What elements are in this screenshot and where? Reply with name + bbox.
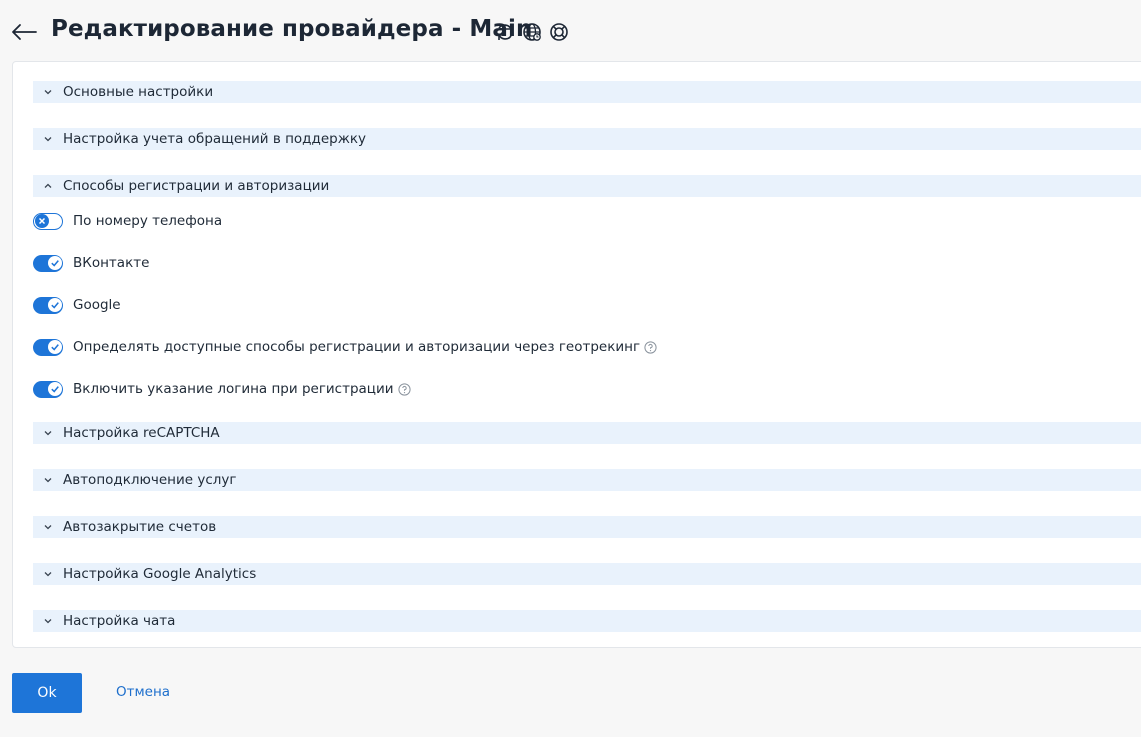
title-actions <box>494 21 570 43</box>
section-recaptcha[interactable]: Настройка reCAPTCHA <box>33 422 1141 444</box>
toggle-row-login: Включить указание логина при регистрации <box>33 379 411 399</box>
chevron-down-icon <box>44 431 52 436</box>
toggle-row-vk: ВКонтакте <box>33 253 149 273</box>
login-toggle[interactable] <box>33 380 63 398</box>
section-auth-methods[interactable]: Способы регистрации и авторизации <box>33 175 1141 197</box>
settings-card: Основные настройки Настройка учета обращ… <box>12 61 1141 648</box>
support-icon[interactable] <box>548 21 570 43</box>
page-title: Редактирование провайдера - Main <box>51 16 533 42</box>
cross-icon <box>38 217 45 224</box>
section-label: Автозакрытие счетов <box>63 519 217 535</box>
refresh-icon[interactable] <box>494 21 516 43</box>
check-icon <box>50 386 59 393</box>
check-icon <box>50 302 59 309</box>
section-auto-close[interactable]: Автозакрытие счетов <box>33 516 1141 538</box>
geotracking-toggle[interactable] <box>33 338 63 356</box>
globe-icon[interactable] <box>521 21 543 43</box>
toggle-label: Google <box>73 297 121 313</box>
section-support-tracking[interactable]: Настройка учета обращений в поддержку <box>33 128 1141 150</box>
ok-button[interactable]: Ok <box>12 673 82 713</box>
chevron-down-icon <box>44 572 52 577</box>
section-label: Настройка учета обращений в поддержку <box>63 131 367 147</box>
section-auto-services[interactable]: Автоподключение услуг <box>33 469 1141 491</box>
google-toggle[interactable] <box>33 296 63 314</box>
chevron-down-icon <box>44 137 52 142</box>
toggle-label: ВКонтакте <box>73 255 150 271</box>
chevron-down-icon <box>44 525 52 530</box>
phone-toggle[interactable] <box>33 212 63 230</box>
section-label: Настройка чата <box>63 613 176 629</box>
check-icon <box>50 260 59 267</box>
toggle-row-phone: По номеру телефона <box>33 211 222 231</box>
toggle-row-google: Google <box>33 295 121 315</box>
toggle-label: По номеру телефона <box>73 213 223 229</box>
toggle-label: Определять доступные способы регистрации… <box>73 339 641 355</box>
chevron-down-icon <box>44 619 52 624</box>
section-label: Способы регистрации и авторизации <box>63 178 330 194</box>
check-icon <box>50 344 59 351</box>
vk-toggle[interactable] <box>33 254 63 272</box>
back-arrow-icon[interactable] <box>10 20 38 44</box>
cancel-link[interactable]: Отмена <box>116 684 170 700</box>
help-icon[interactable] <box>397 382 411 396</box>
page-header: Редактирование провайдера - Main <box>0 0 1141 62</box>
toggle-row-geotracking: Определять доступные способы регистрации… <box>33 337 657 357</box>
section-chat[interactable]: Настройка чата <box>33 610 1141 632</box>
section-label: Настройка reCAPTCHA <box>63 425 220 441</box>
toggle-label: Включить указание логина при регистрации <box>73 381 394 397</box>
section-label: Основные настройки <box>63 84 214 100</box>
chevron-down-icon <box>44 90 52 95</box>
chevron-down-icon <box>44 478 52 483</box>
section-label: Настройка Google Analytics <box>63 566 257 582</box>
help-icon[interactable] <box>644 340 657 354</box>
chevron-up-icon <box>44 183 52 188</box>
section-main-settings[interactable]: Основные настройки <box>33 81 1141 103</box>
section-google-analytics[interactable]: Настройка Google Analytics <box>33 563 1141 585</box>
section-label: Автоподключение услуг <box>63 472 237 488</box>
